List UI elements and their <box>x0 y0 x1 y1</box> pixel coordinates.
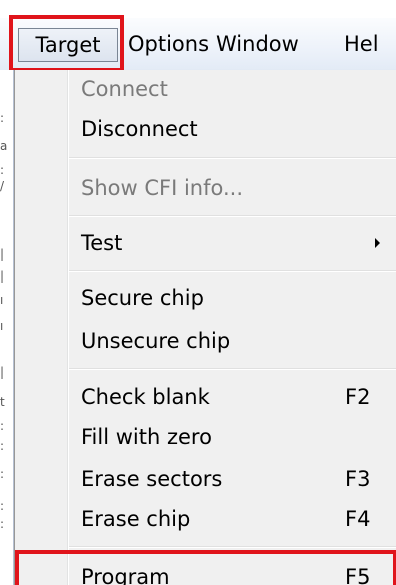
text-fragment: ı <box>0 319 4 333</box>
text-fragment: : <box>0 467 5 481</box>
menu-item-test[interactable]: Test <box>81 226 122 260</box>
text-fragment: : <box>0 499 5 513</box>
menu-item-disconnect[interactable]: Disconnect <box>81 112 198 146</box>
text-fragment: a <box>0 139 8 153</box>
menu-item-connect[interactable]: Connect <box>81 72 168 106</box>
text-fragment: : <box>0 419 5 433</box>
menu-item-show-cfi-info[interactable]: Show CFI info... <box>81 171 243 205</box>
text-fragment: | <box>0 247 5 261</box>
menu-help[interactable]: Hel <box>344 28 379 60</box>
menu-separator <box>69 368 396 370</box>
target-dropdown-menu: Connect Disconnect Show CFI info... Test… <box>14 70 396 585</box>
text-fragment: ı <box>0 293 4 307</box>
shortcut-program: F5 <box>345 565 371 585</box>
shortcut-check-blank: F2 <box>345 385 371 409</box>
text-fragment: / <box>0 179 5 193</box>
screenshot-root: Target Options Window Hel : a : / | | ı … <box>0 0 396 585</box>
text-fragment: : <box>0 163 5 177</box>
menu-window[interactable]: Window <box>216 28 299 60</box>
text-fragment: | <box>0 365 5 379</box>
menu-separator <box>69 157 396 159</box>
shortcut-erase-sectors: F3 <box>345 467 371 491</box>
menu-icon-gutter <box>15 70 67 585</box>
submenu-arrow-icon <box>375 238 380 248</box>
menu-separator <box>69 215 396 217</box>
menu-item-fill-with-zero[interactable]: Fill with zero <box>81 420 212 454</box>
background-window-fragment: : a : / | | ı ı | t : : : : : <box>0 70 14 585</box>
menu-bar: Target Options Window Hel <box>0 18 396 71</box>
menu-separator <box>69 270 396 272</box>
menu-item-check-blank[interactable]: Check blank <box>81 380 210 414</box>
text-fragment: | <box>0 269 5 283</box>
text-fragment: t <box>0 395 5 409</box>
text-fragment: : <box>0 439 5 453</box>
menu-item-secure-chip[interactable]: Secure chip <box>81 281 204 315</box>
gutter-divider-highlight <box>68 70 69 585</box>
menu-separator <box>69 546 396 548</box>
text-fragment: : <box>0 517 5 531</box>
shortcut-erase-chip: F4 <box>345 507 371 531</box>
text-fragment: : <box>0 111 5 125</box>
window-top-strip <box>0 0 396 18</box>
menu-item-erase-chip[interactable]: Erase chip <box>81 502 190 536</box>
menu-item-erase-sectors[interactable]: Erase sectors <box>81 462 222 496</box>
menu-item-unsecure-chip[interactable]: Unsecure chip <box>81 324 230 358</box>
menu-target[interactable]: Target <box>18 28 118 62</box>
menu-options[interactable]: Options <box>128 28 209 60</box>
menu-item-program[interactable]: Program <box>81 560 170 585</box>
